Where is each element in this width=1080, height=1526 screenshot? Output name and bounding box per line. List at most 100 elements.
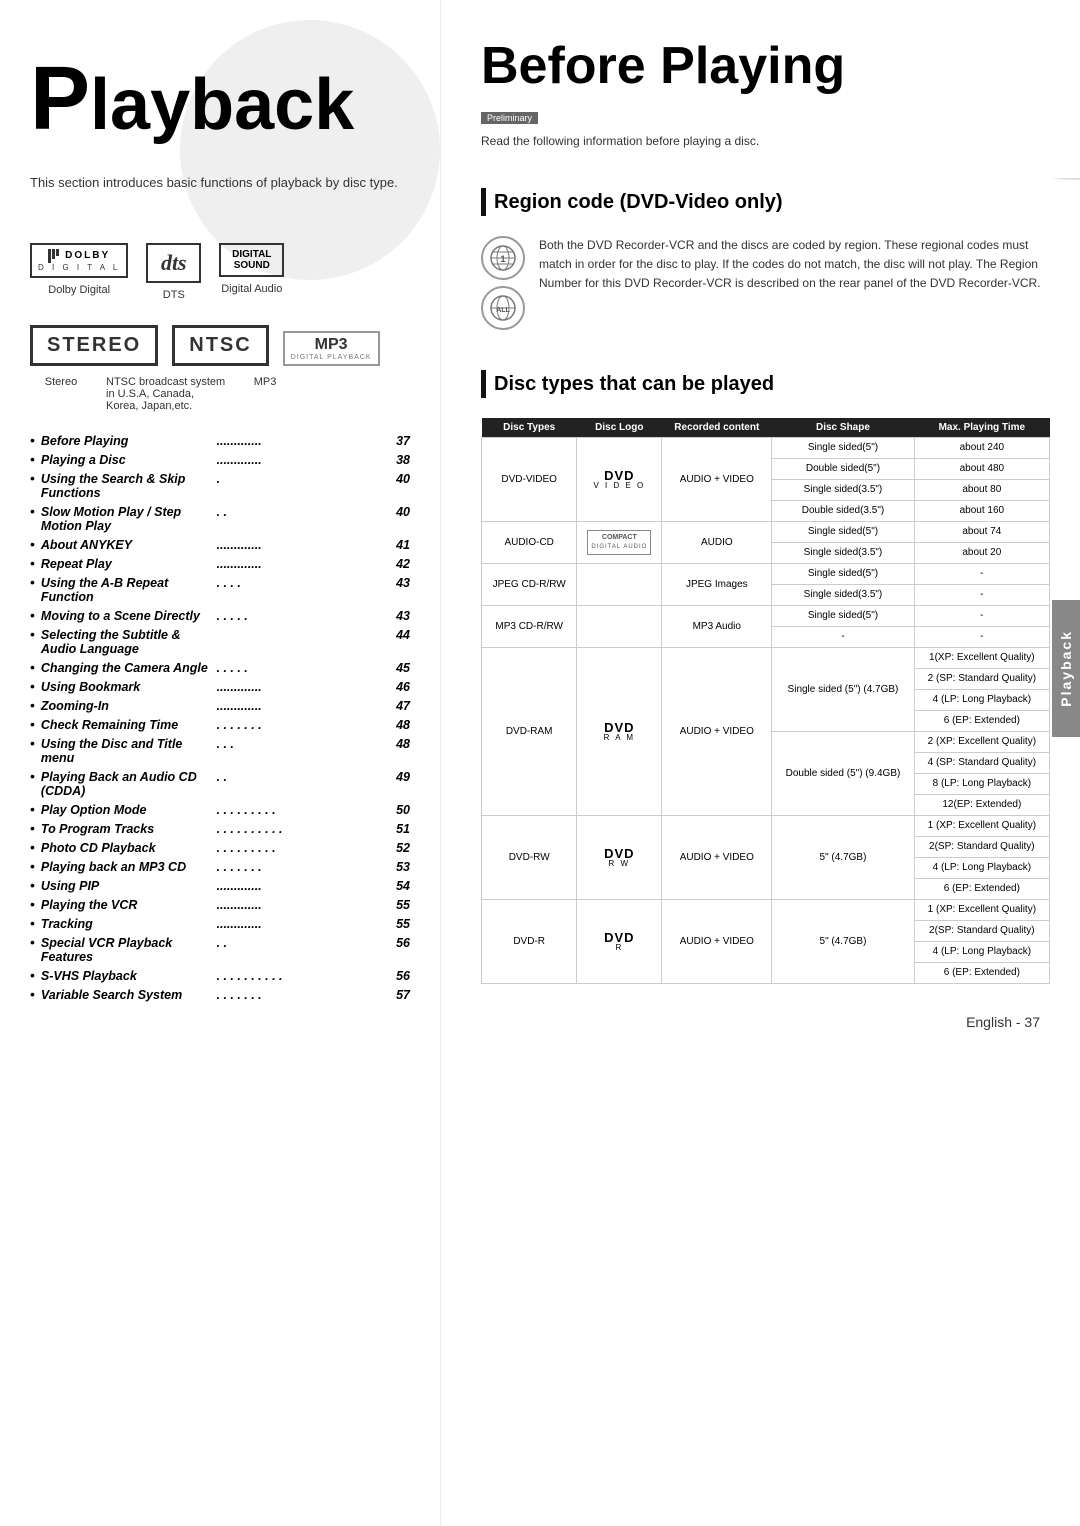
disc-shape-cell: Double sided(3.5") xyxy=(772,501,914,522)
toc-text: Using the Search & Skip Functions xyxy=(41,472,217,500)
disc-type-mp3: MP3 CD-R/RW xyxy=(482,606,577,648)
toc-page: 52 xyxy=(396,841,410,855)
playback-tab: Playback xyxy=(1052,600,1080,737)
toc-text: Playing the VCR xyxy=(41,898,217,912)
disc-types-section: Disc Types Disc Logo Recorded content Di… xyxy=(441,408,1080,1004)
region-code-heading: Region code (DVD-Video only) xyxy=(441,178,1080,226)
dvd-ram-logo: DVD R A M xyxy=(604,721,635,742)
before-playing-intro: Read the following information before pl… xyxy=(481,134,1050,148)
toc-dots: . . . . . xyxy=(217,661,393,675)
toc-bullet: • xyxy=(30,716,35,732)
toc-bullet: • xyxy=(30,820,35,836)
region-icons-row: 1 ALL Both the DVD Recorder-VCR and the … xyxy=(481,236,1050,330)
toc-bullet: • xyxy=(30,986,35,1002)
disc-logo-audio-cd: COMPACT DIGITAL AUDIO xyxy=(577,522,662,564)
toc-bullet: • xyxy=(30,934,35,950)
dvd-bottom-text: V I D E O xyxy=(593,482,645,490)
toc-page: 56 xyxy=(396,969,410,983)
toc-text: Playing back an MP3 CD xyxy=(41,860,217,874)
disc-shape-cell: Single sided(5") xyxy=(772,564,914,585)
before-playing-title: Before Playing xyxy=(481,36,1050,96)
table-row: DVD-RW DVD R W AUDIO + VIDEO 5" (4.7GB) … xyxy=(482,816,1050,837)
title-rest: layback xyxy=(90,65,354,145)
toc-dots: . . xyxy=(217,936,393,950)
disc-shape-cell: Single sided(5") xyxy=(772,606,914,627)
col-max-playing-time: Max. Playing Time xyxy=(914,418,1049,438)
col-disc-types: Disc Types xyxy=(482,418,577,438)
toc-dots: . . xyxy=(217,770,393,784)
toc-dots: . xyxy=(217,472,393,486)
disc-time-cell: 8 (LP: Long Playback) xyxy=(914,774,1049,795)
toc-item-before-playing: • Before Playing ............. 37 xyxy=(30,432,410,448)
col-recorded-content: Recorded content xyxy=(662,418,772,438)
disc-type-dvd-r: DVD-R xyxy=(482,900,577,984)
toc-item-subtitle-audio: • Selecting the Subtitle & Audio Languag… xyxy=(30,626,410,656)
title-p: P xyxy=(30,49,90,149)
disc-shape-cell: 5" (4.7GB) xyxy=(772,816,914,900)
toc-item-slow-motion: • Slow Motion Play / Step Motion Play . … xyxy=(30,503,410,533)
disc-time-cell: 6 (EP: Extended) xyxy=(914,879,1049,900)
toc-bullet: • xyxy=(30,697,35,713)
toc-text: Tracking xyxy=(41,917,217,931)
dvd-r-logo: DVD R xyxy=(604,931,634,952)
dolby-bottom-text: D I G I T A L xyxy=(38,263,120,272)
disc-content-dvd-ram: AUDIO + VIDEO xyxy=(662,648,772,816)
disc-type-dvd-video: DVD-VIDEO xyxy=(482,438,577,522)
svg-text:ALL: ALL xyxy=(496,307,510,314)
section-title-region: Region code (DVD-Video only) xyxy=(494,191,783,214)
disc-shape-cell: Single sided(3.5") xyxy=(772,480,914,501)
disc-time-cell: about 240 xyxy=(914,438,1049,459)
table-row: DVD-R DVD R AUDIO + VIDEO 5" (4.7GB) 1 (… xyxy=(482,900,1050,921)
dvd-rw-logo: DVD R W xyxy=(604,847,634,868)
ntsc-box: NTSC xyxy=(172,325,268,366)
compact-disc-icon: COMPACT DIGITAL AUDIO xyxy=(587,530,651,554)
disc-logo-mp3 xyxy=(577,606,662,648)
toc-text: Playing Back an Audio CD (CDDA) xyxy=(41,770,217,798)
toc-page: 54 xyxy=(396,879,410,893)
dolby-bars xyxy=(48,249,59,263)
digital-sound-top: DIGITAL xyxy=(232,249,271,260)
preliminary-label: Preliminary xyxy=(481,112,538,124)
disc-time-cell: 4 (LP: Long Playback) xyxy=(914,690,1049,711)
disc-time-cell: 1 (XP: Excellent Quality) xyxy=(914,816,1049,837)
disc-content-dvd-r: AUDIO + VIDEO xyxy=(662,900,772,984)
toc-page: 56 xyxy=(396,936,410,950)
toc-text: Repeat Play xyxy=(41,557,217,571)
dolby-bar-3 xyxy=(56,249,59,256)
disc-time-cell: 4 (LP: Long Playback) xyxy=(914,858,1049,879)
disc-time-cell: about 74 xyxy=(914,522,1049,543)
toc-page: 44 xyxy=(396,628,410,642)
toc-item-mp3-cd: • Playing back an MP3 CD . . . . . . . 5… xyxy=(30,858,410,874)
preliminary-badge: Preliminary xyxy=(481,96,1050,130)
disc-type-dvd-ram: DVD-RAM xyxy=(482,648,577,816)
toc-item-scene-directly: • Moving to a Scene Directly . . . . . 4… xyxy=(30,607,410,623)
section-bar xyxy=(481,188,486,216)
toc-text: Using Bookmark xyxy=(41,680,217,694)
page-title: Playback xyxy=(0,0,440,149)
toc-dots: ............. xyxy=(217,453,393,467)
toc-dots: . . . . . xyxy=(217,609,393,623)
region-icon-all: ALL xyxy=(481,286,525,330)
disc-time-cell: 12(EP: Extended) xyxy=(914,795,1049,816)
disc-time-cell: 6 (EP: Extended) xyxy=(914,963,1049,984)
mp3-sub-text: DIGITAL PLAYBACK xyxy=(291,354,372,361)
digital-sound-bottom: SOUND xyxy=(234,260,270,271)
toc-bullet: • xyxy=(30,555,35,571)
toc-page: 48 xyxy=(396,737,410,751)
toc-page: 43 xyxy=(396,609,410,623)
toc-dots: ............. xyxy=(217,917,393,931)
dts-label: DTS xyxy=(163,289,185,301)
globe-all-icon: ALL xyxy=(488,293,518,323)
stereo-box: STEREO xyxy=(30,325,158,366)
disc-time-cell: - xyxy=(914,627,1049,648)
toc-page: 38 xyxy=(396,453,410,467)
toc-page: 48 xyxy=(396,718,410,732)
col-disc-logo: Disc Logo xyxy=(577,418,662,438)
toc-bullet: • xyxy=(30,470,35,486)
toc-text: Check Remaining Time xyxy=(41,718,217,732)
disc-time-cell: - xyxy=(914,606,1049,627)
disc-logo-dvd-r: DVD R xyxy=(577,900,662,984)
disc-time-cell: 6 (EP: Extended) xyxy=(914,711,1049,732)
toc-item-variable-search: • Variable Search System . . . . . . . 5… xyxy=(30,986,410,1002)
toc-bullet: • xyxy=(30,967,35,983)
